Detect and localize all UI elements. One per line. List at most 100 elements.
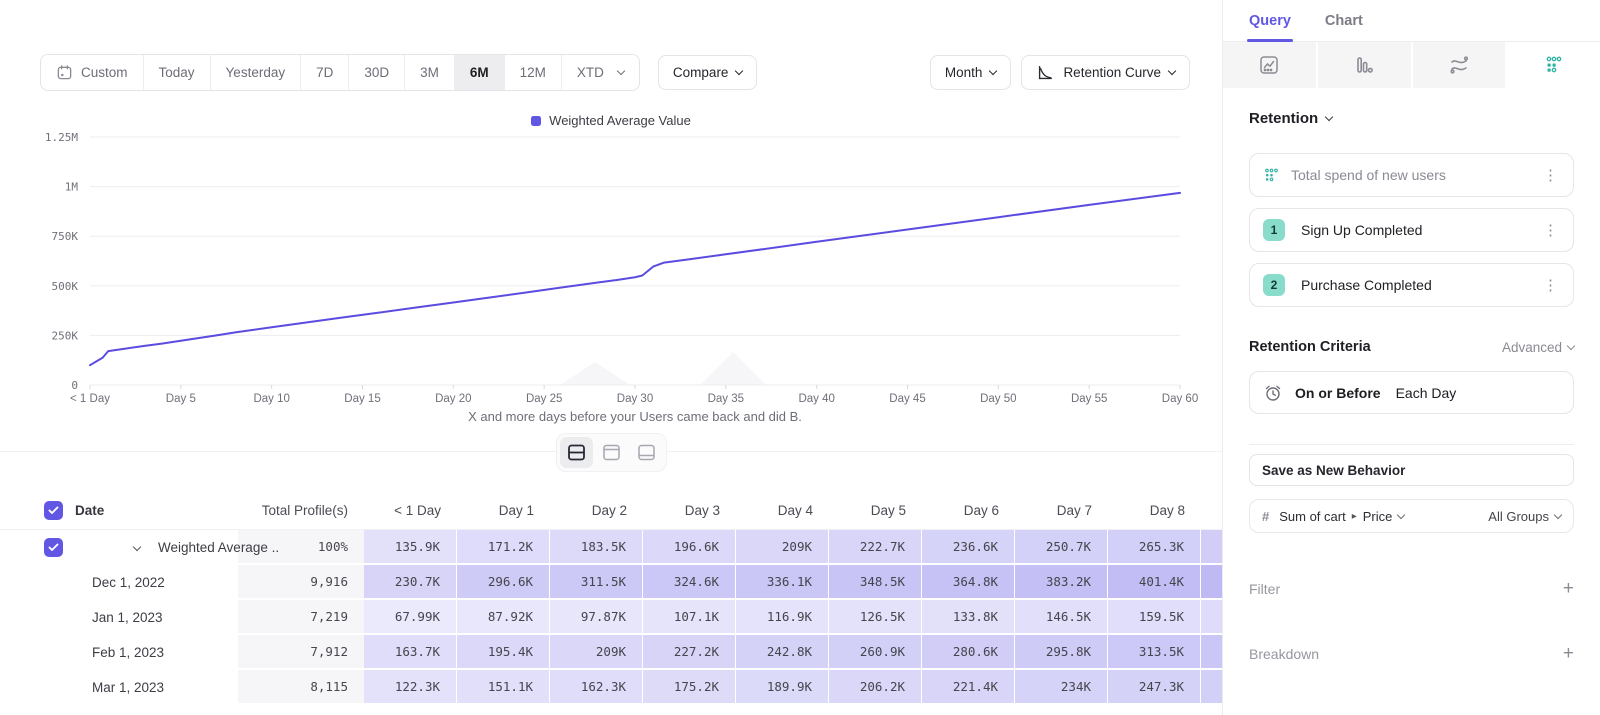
svg-text:0: 0 xyxy=(71,379,78,392)
retention-value-cell[interactable]: 133.8K xyxy=(922,600,1015,635)
add-filter-icon[interactable]: + xyxy=(1563,579,1574,598)
range-12m[interactable]: 12M xyxy=(505,55,562,90)
retention-value-cell[interactable]: 175.2K xyxy=(643,670,736,705)
range-xtd[interactable]: XTD xyxy=(562,55,639,90)
range-yesterday[interactable]: Yesterday xyxy=(211,55,302,90)
retention-value-cell[interactable]: 159.5K xyxy=(1108,600,1201,635)
retention-value-cell[interactable]: 296.6K xyxy=(457,565,550,600)
range-custom[interactable]: Custom xyxy=(41,55,144,90)
retention-value-cell[interactable]: 206.2K xyxy=(829,670,922,705)
retention-value-cell[interactable]: 122.3K xyxy=(364,670,457,705)
retention-value-cell[interactable]: 87.92K xyxy=(457,600,550,635)
total-profiles-cell[interactable]: 7,219 xyxy=(238,600,364,635)
criteria-mode-dropdown[interactable]: Advanced xyxy=(1502,340,1574,355)
groups-dropdown[interactable]: All Groups xyxy=(1488,509,1561,524)
retention-value-cell[interactable]: 348.5K xyxy=(829,565,922,600)
retention-value-cell[interactable]: 280.6K xyxy=(922,635,1015,670)
table-view-toggle-icon[interactable] xyxy=(630,437,663,468)
retention-report-icon[interactable] xyxy=(1507,42,1600,88)
retention-value-cell[interactable]: 209K xyxy=(550,635,643,670)
flows-report-icon[interactable] xyxy=(1413,42,1506,88)
retention-value-cell[interactable]: 146.5K xyxy=(1015,600,1108,635)
row-label[interactable]: Jan 1, 2023 xyxy=(0,610,163,625)
retention-value-cell[interactable]: 311.5K xyxy=(550,565,643,600)
row-label[interactable]: Feb 1, 2023 xyxy=(0,645,164,660)
funnels-report-icon[interactable] xyxy=(1318,42,1411,88)
retention-value-cell[interactable]: 250.7K xyxy=(1015,530,1108,565)
retention-value-cell[interactable]: 163.7K xyxy=(364,635,457,670)
criteria-condition-card[interactable]: On or Before Each Day xyxy=(1249,371,1574,414)
retention-value-cell[interactable]: 195.4K xyxy=(457,635,550,670)
retention-value-cell[interactable]: 234K xyxy=(1015,670,1108,705)
retention-value-cell[interactable]: 230.7K xyxy=(364,565,457,600)
chart-type-dropdown[interactable]: Retention Curve xyxy=(1021,55,1190,90)
retention-value-cell[interactable]: 116.9K xyxy=(736,600,829,635)
retention-value-cell[interactable]: 107.1K xyxy=(643,600,736,635)
range-6m[interactable]: 6M xyxy=(455,55,505,90)
retention-value-cell[interactable]: 162.3K xyxy=(550,670,643,705)
tab-query[interactable]: Query xyxy=(1249,0,1291,42)
row-label[interactable]: Weighted Average ... xyxy=(158,540,278,555)
retention-value-cell[interactable]: 401.4K xyxy=(1108,565,1201,600)
behavior-card[interactable]: Total spend of new users ⋮ xyxy=(1249,153,1574,197)
retention-line-chart[interactable]: 1.25M1M750K500K250K0< 1 DayDay 5Day 10Da… xyxy=(0,110,1222,410)
split-view-toggle-icon[interactable] xyxy=(560,437,593,468)
row-label[interactable]: Mar 1, 2023 xyxy=(0,680,164,695)
chevron-down-icon xyxy=(989,67,997,75)
insights-report-icon[interactable] xyxy=(1223,42,1316,88)
save-as-new-behavior-button[interactable]: Save as New Behavior xyxy=(1249,454,1574,486)
report-section-dropdown[interactable]: Retention xyxy=(1249,110,1574,127)
retention-value-cell[interactable]: 171.2K xyxy=(457,530,550,565)
retention-value-cell[interactable]: 265.3K xyxy=(1108,530,1201,565)
chart-view-toggle-icon[interactable] xyxy=(595,437,628,468)
retention-value-cell[interactable]: 383.2K xyxy=(1015,565,1108,600)
metric-panel[interactable]: # Sum of cart ▸ Price All Groups xyxy=(1249,499,1574,533)
retention-value-cell[interactable]: 222.7K xyxy=(829,530,922,565)
range-today[interactable]: Today xyxy=(144,55,211,90)
retention-value-cell[interactable]: 336.1K xyxy=(736,565,829,600)
retention-value-cell[interactable]: 209K xyxy=(736,530,829,565)
expand-row-chevron-icon[interactable] xyxy=(133,542,141,550)
retention-value-cell[interactable]: 196.6K xyxy=(643,530,736,565)
retention-line[interactable] xyxy=(90,193,1180,365)
retention-value-cell[interactable]: 295.8K xyxy=(1015,635,1108,670)
retention-value-cell[interactable]: 324.6K xyxy=(643,565,736,600)
retention-value-cell[interactable]: 183.5K xyxy=(550,530,643,565)
total-profiles-cell[interactable]: 8,115 xyxy=(238,670,364,705)
retention-value-cell[interactable]: 313.5K xyxy=(1108,635,1201,670)
add-breakdown-icon[interactable]: + xyxy=(1563,644,1574,663)
total-profiles-cell[interactable]: 9,916 xyxy=(238,565,364,600)
retention-value-cell[interactable]: 227.2K xyxy=(643,635,736,670)
row-label[interactable]: Dec 1, 2022 xyxy=(0,575,165,590)
step-row-1[interactable]: 1 Sign Up Completed ⋮ xyxy=(1249,208,1574,252)
range-7d[interactable]: 7D xyxy=(301,55,349,90)
retention-value-cell[interactable]: 97.87K xyxy=(550,600,643,635)
retention-value-cell[interactable]: 135.9K xyxy=(364,530,457,565)
retention-value-cell[interactable]: 189.9K xyxy=(736,670,829,705)
tab-chart[interactable]: Chart xyxy=(1325,0,1363,42)
kebab-menu-icon[interactable]: ⋮ xyxy=(1541,166,1560,184)
retention-value-cell[interactable]: 126.5K xyxy=(829,600,922,635)
select-all-checkbox[interactable] xyxy=(44,501,63,520)
day-column-header: Day 8 xyxy=(1108,492,1201,529)
retention-value-cell[interactable]: 260.9K xyxy=(829,635,922,670)
row-checkbox[interactable] xyxy=(44,538,63,557)
retention-value-cell[interactable]: 364.8K xyxy=(922,565,1015,600)
retention-value-cell[interactable]: 236.6K xyxy=(922,530,1015,565)
kebab-menu-icon[interactable]: ⋮ xyxy=(1541,276,1560,294)
compare-button[interactable]: Compare xyxy=(658,55,758,90)
granularity-dropdown[interactable]: Month xyxy=(930,55,1012,90)
total-profiles-cell[interactable]: 7,912 xyxy=(238,635,364,670)
retention-value-cell[interactable]: 67.99K xyxy=(364,600,457,635)
retention-value-cell[interactable]: 242.8K xyxy=(736,635,829,670)
range-3m[interactable]: 3M xyxy=(405,55,455,90)
step-row-2[interactable]: 2 Purchase Completed ⋮ xyxy=(1249,263,1574,307)
kebab-menu-icon[interactable]: ⋮ xyxy=(1541,221,1560,239)
range-30d[interactable]: 30D xyxy=(349,55,405,90)
retention-value-cell[interactable]: 221.4K xyxy=(922,670,1015,705)
chevron-down-icon xyxy=(1168,67,1176,75)
retention-value-cell[interactable]: 247.3K xyxy=(1108,670,1201,705)
range-label: 6M xyxy=(470,65,489,80)
svg-text:Day 40: Day 40 xyxy=(798,393,834,405)
retention-value-cell[interactable]: 151.1K xyxy=(457,670,550,705)
